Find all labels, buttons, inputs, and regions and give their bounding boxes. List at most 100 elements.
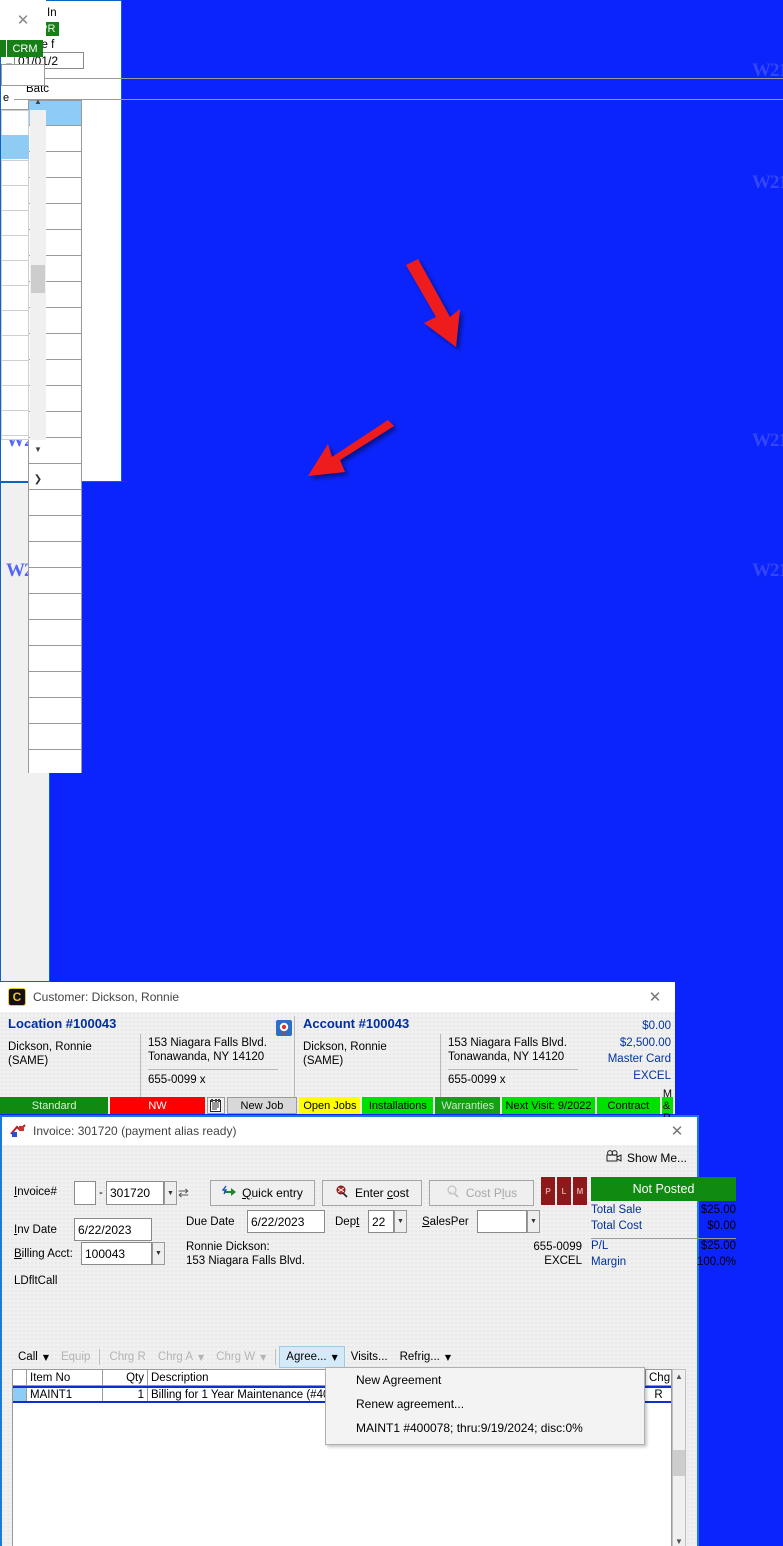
customer-window[interactable]: C Customer: Dickson, Ronnie ✕ Location #… [0,982,675,1124]
enter-cost-button[interactable]: Enter cost [322,1180,422,1206]
location-panel: Location #100043 Dickson, Ronnie (SAME) [8,1016,128,1068]
cost-plus-button[interactable]: Cost Plus [429,1180,534,1206]
grid-scrollbar[interactable]: ▲ ▼ [672,1369,686,1546]
chevron-down-icon[interactable]: ▼ [445,1353,451,1362]
inv-date-input[interactable]: 6/22/2023 [74,1218,152,1241]
chevron-down-icon[interactable]: ▼ [260,1353,266,1362]
toolbar-chrg-w[interactable]: Chrg W ▼ [210,1346,272,1368]
tab-standard[interactable]: Standard [0,1097,109,1114]
chevron-right-icon[interactable]: ❯ [30,470,46,488]
show-me-button[interactable]: Show Me... [606,1150,687,1165]
billing-acct-input[interactable]: 100043 [81,1242,152,1265]
dept-input[interactable]: 22 [368,1210,394,1233]
toolbar-equip[interactable]: Equip [55,1346,96,1368]
tab-open-jobs[interactable]: Open Jobs [299,1097,361,1114]
invoice-prefix-input[interactable] [74,1181,96,1205]
invoice-number-input[interactable]: 301720 [106,1181,164,1205]
invoice-number-separator: - [99,1187,103,1199]
account-phone: 655-0099 x [448,1074,506,1086]
chevron-down-icon[interactable]: ▼ [198,1353,204,1362]
summary-total-cost: Total Cost $0.00 [591,1220,736,1232]
map-pin-icon[interactable] [276,1020,292,1036]
tab-installations[interactable]: Installations [362,1097,434,1114]
chevron-down-icon[interactable]: ▼ [30,440,46,458]
bg-right-field[interactable] [1,64,45,86]
toolbar-visits[interactable]: Visits... [345,1346,394,1368]
plm-m[interactable]: M [573,1177,587,1205]
chevron-up-icon[interactable]: ▲ [30,92,46,110]
invoice-label-rest: nvoice# [17,1186,57,1198]
bg-right-scrollbar[interactable] [30,110,46,440]
menu-item-maint1-agreement[interactable]: MAINT1 #400078; thru:9/19/2024; disc:0% [326,1416,644,1440]
contact-phone: 655-0099 [533,1241,582,1253]
invoice-number-dropdown[interactable]: ▼ [164,1181,177,1205]
toolbar-call[interactable]: Call ▼ [12,1346,55,1368]
line-items-toolbar[interactable]: Call ▼ Equip Chrg R Chrg A ▼ Chrg W ▼ Agree… [12,1345,457,1369]
row-selector[interactable] [13,1388,27,1401]
dept-dropdown[interactable]: ▼ [394,1210,407,1233]
crm-button[interactable]: CRM [7,40,43,57]
tab-contract[interactable]: Contract [596,1097,660,1114]
plm-indicators[interactable]: P L M [541,1177,587,1205]
invoice-titlebar[interactable]: Invoice: 301720 (payment alias ready) ✕ [2,1117,697,1145]
invoice-content: Show Me... Invoice# - 301720 ▼ ⇄ Quick e… [2,1145,736,1546]
customer-tab-row[interactable]: Standard NW New Job Open Jobs Installati… [0,1088,675,1124]
salesper-label: SalesPer [422,1216,469,1228]
quick-entry-label-rest: uick entry [251,1186,303,1200]
toolbar-refrig[interactable]: Refrig... ▼ [394,1346,457,1368]
location-name: Dickson, Ronnie [8,1041,92,1053]
customer-titlebar[interactable]: C Customer: Dickson, Ronnie ✕ [0,982,675,1012]
billing-acct-dropdown[interactable]: ▼ [152,1242,165,1265]
invoice-number-label: Invoice# [14,1186,57,1198]
location-address-line2: Tonawanda, NY 14120 [148,1051,265,1063]
tab-warranties[interactable]: Warranties [435,1097,501,1114]
tab-nw[interactable]: NW [110,1097,205,1114]
tab-m-and-r[interactable]: M & R [661,1088,673,1124]
cell-item-no[interactable]: MAINT1 [27,1388,103,1401]
invoice-add-icon[interactable]: ⇄ [178,1185,189,1201]
location-address: 153 Niagara Falls Blvd. Tonawanda, NY 14… [148,1036,278,1087]
chevron-up-icon[interactable]: ▲ [673,1370,685,1383]
salesper-dropdown[interactable]: ▼ [527,1210,540,1233]
cost-plus-label-rest: us [504,1186,518,1200]
scrollbar-thumb[interactable] [31,265,45,293]
bg-right-list[interactable] [1,110,29,440]
chevron-down-icon[interactable]: ▼ [332,1353,338,1362]
inv-date-label: Inv Date [14,1224,57,1236]
customer-body: Location #100043 Dickson, Ronnie (SAME) … [0,1012,675,1124]
menu-item-renew-agreement[interactable]: Renew agreement... [326,1392,644,1416]
salesper-input[interactable] [477,1210,527,1233]
bg-left-grid[interactable]: ❯ [14,100,783,773]
toolbar-chrg-a[interactable]: Chrg A ▼ [152,1346,210,1368]
scrollbar-thumb[interactable] [673,1450,685,1476]
chevron-down-icon[interactable]: ▼ [673,1535,685,1546]
cell-chg[interactable]: R [646,1388,671,1401]
account-same: (SAME) [303,1055,344,1067]
plm-p[interactable]: P [541,1177,555,1205]
toolbar-agree[interactable]: Agree... ▼ [279,1346,345,1368]
account-address-line2: Tonawanda, NY 14120 [448,1051,565,1063]
quick-entry-button[interactable]: Quick entry [210,1180,315,1206]
notepad-icon[interactable] [206,1097,225,1114]
chevron-down-icon[interactable]: ▼ [43,1353,49,1362]
tab-new-job[interactable]: New Job [226,1097,298,1114]
bg-right-list-selected[interactable] [1,135,29,159]
agreement-dropdown-menu[interactable]: New Agreement Renew agreement... MAINT1 … [325,1367,645,1445]
due-date-input[interactable]: 6/22/2023 [247,1210,325,1233]
close-icon[interactable]: ✕ [661,1118,693,1144]
location-heading: Location #100043 [8,1016,117,1031]
account-address: 153 Niagara Falls Blvd. Tonawanda, NY 14… [448,1036,578,1087]
cell-qty[interactable]: 1 [103,1388,148,1401]
location-address-line1: 153 Niagara Falls Blvd. [148,1037,267,1049]
account-right-values: $0.00 $2,500.00 Master Card EXCEL [608,1018,671,1084]
close-icon[interactable]: ✕ [0,0,46,40]
invoice-window[interactable]: Invoice: 301720 (payment alias ready) ✕ … [0,1115,736,1546]
due-date-label: Due Date [186,1216,235,1228]
menu-item-new-agreement[interactable]: New Agreement [326,1368,644,1392]
toolbar-chrg-r[interactable]: Chrg R [103,1346,151,1368]
account-credit-limit: $2,500.00 [619,1036,671,1049]
close-icon[interactable]: ✕ [639,984,671,1010]
plm-l[interactable]: L [557,1177,571,1205]
tab-next-visit[interactable]: Next Visit: 9/2022 [502,1097,595,1114]
location-phone: 655-0099 x [148,1074,206,1086]
